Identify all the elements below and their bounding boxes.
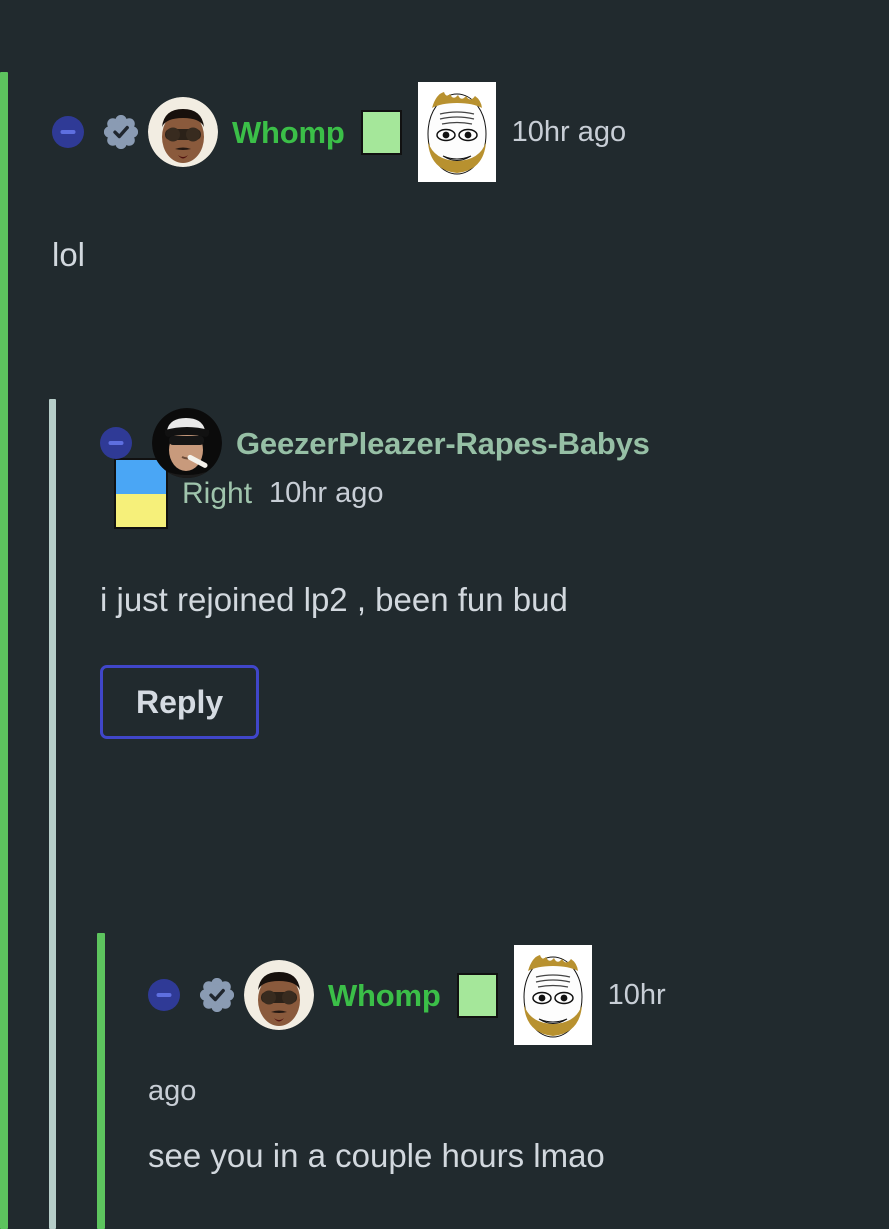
comment-depth-3: Whomp 10hr ago see you in a couple hours… — [148, 945, 883, 1178]
username[interactable]: Whomp — [328, 980, 441, 1011]
comment-header-secondary: Right 10hr ago — [114, 458, 880, 529]
avatar[interactable] — [152, 408, 222, 478]
comment-header: Whomp 10hr ago — [52, 82, 882, 182]
avatar[interactable] — [244, 960, 314, 1030]
timestamp: 10hr ago — [269, 477, 384, 509]
soyjak-beard-emoji — [417, 82, 496, 182]
comment-body: i just rejoined lp2 , been fun bud — [100, 581, 568, 618]
ukraine-flag-flair[interactable] — [114, 458, 168, 529]
reply-button[interactable]: Reply — [100, 664, 260, 739]
thread-line-depth-3[interactable] — [97, 933, 105, 1229]
thread-line-depth-1[interactable] — [0, 72, 8, 1229]
comment-header: Whomp 10hr — [148, 945, 883, 1045]
side-label: Right — [182, 476, 253, 510]
minus-circle-icon[interactable] — [100, 427, 132, 459]
comment-body: see you in a couple hours lmao — [148, 1137, 605, 1174]
timestamp-wrapped: ago — [148, 1075, 197, 1107]
avatar[interactable] — [148, 97, 218, 167]
username[interactable]: Whomp — [232, 117, 345, 148]
green-square-flair[interactable] — [360, 109, 402, 155]
green-square-flair[interactable] — [456, 972, 498, 1018]
comment-depth-1: Whomp 10hr ago lol — [52, 82, 882, 277]
comment-depth-2: GeezerPleazer-Rapes-Babys Right 10hr ago… — [100, 408, 880, 739]
timestamp: 10hr ago — [511, 115, 627, 148]
minus-circle-icon[interactable] — [148, 979, 180, 1011]
thread-line-depth-2[interactable] — [49, 399, 56, 1229]
minus-circle-icon[interactable] — [52, 116, 84, 148]
username[interactable]: GeezerPleazer-Rapes-Babys — [236, 428, 650, 459]
verified-badge-icon — [104, 115, 138, 149]
soyjak-beard-emoji — [513, 945, 592, 1045]
timestamp: 10hr — [607, 978, 666, 1011]
verified-badge-icon — [200, 978, 234, 1012]
comment-body: lol — [52, 236, 86, 273]
comment-thread: Whomp 10hr ago lol GeezerPleazer-Rapes-B… — [0, 0, 889, 1229]
